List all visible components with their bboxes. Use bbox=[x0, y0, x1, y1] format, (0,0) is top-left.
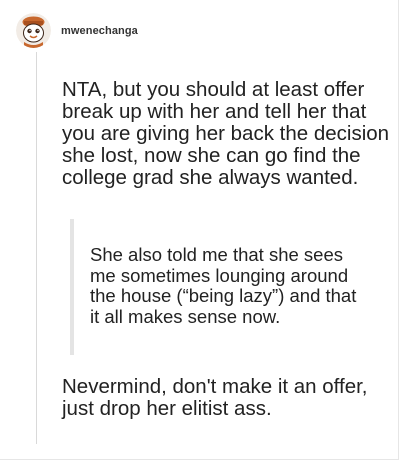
comment-paragraph: NTA, but you should at least offer break… bbox=[62, 78, 390, 189]
blockquote: She also told me that she sees me someti… bbox=[70, 219, 370, 355]
comment-header: mwenechanga bbox=[16, 13, 138, 48]
thread-line bbox=[36, 52, 37, 444]
orange-pumpkin-avatar-icon[interactable] bbox=[16, 13, 51, 48]
comment-card: mwenechanga NTA, but you should at least… bbox=[0, 0, 399, 460]
comment-paragraph-2: Nevermind, don't make it an offer, just … bbox=[62, 375, 368, 420]
username[interactable]: mwenechanga bbox=[61, 25, 138, 37]
quote-text: She also told me that she sees me someti… bbox=[90, 244, 357, 327]
